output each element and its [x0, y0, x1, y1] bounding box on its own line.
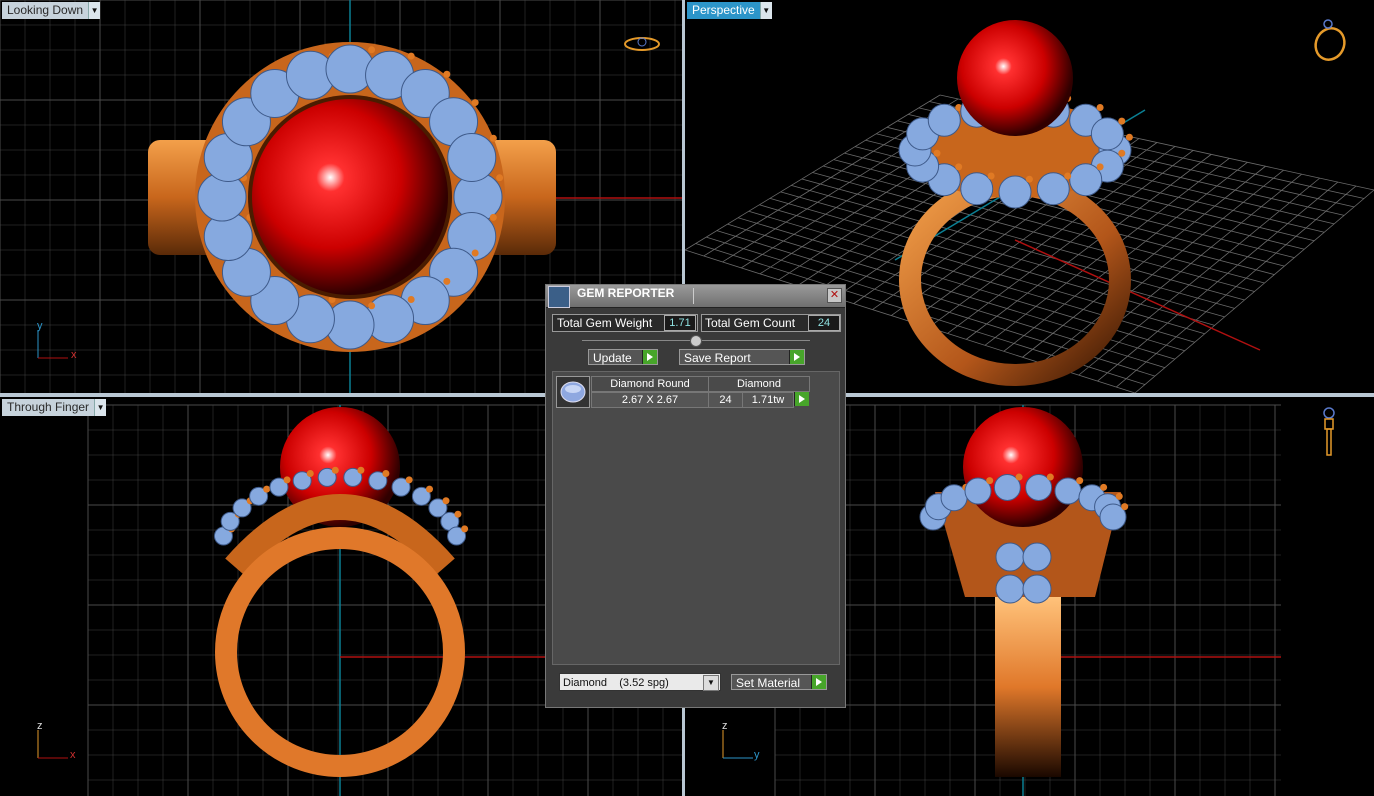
gem-shape-header: Diamond Round: [591, 376, 709, 392]
axis-label-x: x: [70, 749, 76, 761]
total-gem-count-box: Total Gem Count 24: [701, 314, 841, 332]
viewport-title: Looking Down: [2, 2, 89, 19]
total-gem-weight-label: Total Gem Weight: [557, 316, 653, 330]
update-label: Update: [593, 351, 632, 365]
total-gem-weight-box: Total Gem Weight 1.71: [552, 314, 698, 332]
play-arrow-icon: [789, 350, 804, 364]
dialog-title: GEM REPORTER: [577, 286, 675, 300]
chevron-down-icon[interactable]: ▼: [703, 675, 719, 691]
axis-label-y: y: [754, 749, 760, 761]
gem-thumbnail-icon: [556, 376, 590, 408]
axis-label-x: x: [71, 349, 77, 361]
gem-row[interactable]: Diamond Round Diamond 2.67 X 2.67 24 1.7…: [553, 372, 839, 408]
set-material-label: Set Material: [736, 676, 801, 690]
save-report-button[interactable]: Save Report: [679, 349, 805, 365]
play-arrow-icon: [794, 392, 809, 406]
axis-label-y: y: [37, 320, 43, 332]
collapse-toggle-icon[interactable]: [690, 335, 702, 347]
close-button[interactable]: ✕: [827, 288, 842, 303]
total-gem-weight-value[interactable]: 1.71: [664, 315, 696, 331]
total-gem-count-value[interactable]: 24: [808, 315, 840, 331]
gem-size-cell: 2.67 X 2.67: [591, 392, 709, 408]
axis-label-z: z: [722, 720, 728, 732]
chevron-down-icon[interactable]: ▼: [94, 399, 107, 416]
gem-material-header: Diamond: [708, 376, 810, 392]
gem-row-go-button[interactable]: [793, 392, 809, 408]
material-select-value: Diamond (3.52 spg): [563, 677, 669, 689]
gem-list: Diamond Round Diamond 2.67 X 2.67 24 1.7…: [552, 371, 840, 665]
viewport-title: Perspective: [687, 2, 760, 19]
play-arrow-icon: [811, 675, 826, 689]
title-grip: [693, 288, 694, 304]
dialog-title-bar[interactable]: GEM REPORTER ✕: [546, 285, 845, 308]
gem-weight-cell: 1.71tw: [742, 392, 794, 408]
gem-count-cell: 24: [708, 392, 743, 408]
gem-reporter-dialog: GEM REPORTER ✕ Total Gem Weight 1.71 Tot…: [545, 284, 846, 708]
update-button[interactable]: Update: [588, 349, 658, 365]
chevron-down-icon[interactable]: ▼: [88, 2, 101, 19]
set-material-button[interactable]: Set Material: [731, 674, 827, 690]
save-report-label: Save Report: [684, 351, 751, 365]
material-select[interactable]: Diamond (3.52 spg) ▼: [559, 673, 721, 691]
gem-reporter-logo-icon: [548, 286, 570, 308]
viewport-label-through-finger[interactable]: Through Finger ▼: [2, 399, 107, 416]
viewport-title: Through Finger: [2, 399, 95, 416]
play-arrow-icon: [642, 350, 657, 364]
total-gem-count-label: Total Gem Count: [705, 316, 796, 330]
viewport-label-perspective[interactable]: Perspective ▼: [687, 2, 772, 19]
chevron-down-icon[interactable]: ▼: [759, 2, 772, 19]
axis-label-z: z: [37, 720, 43, 732]
viewport-label-looking-down[interactable]: Looking Down ▼: [2, 2, 101, 19]
